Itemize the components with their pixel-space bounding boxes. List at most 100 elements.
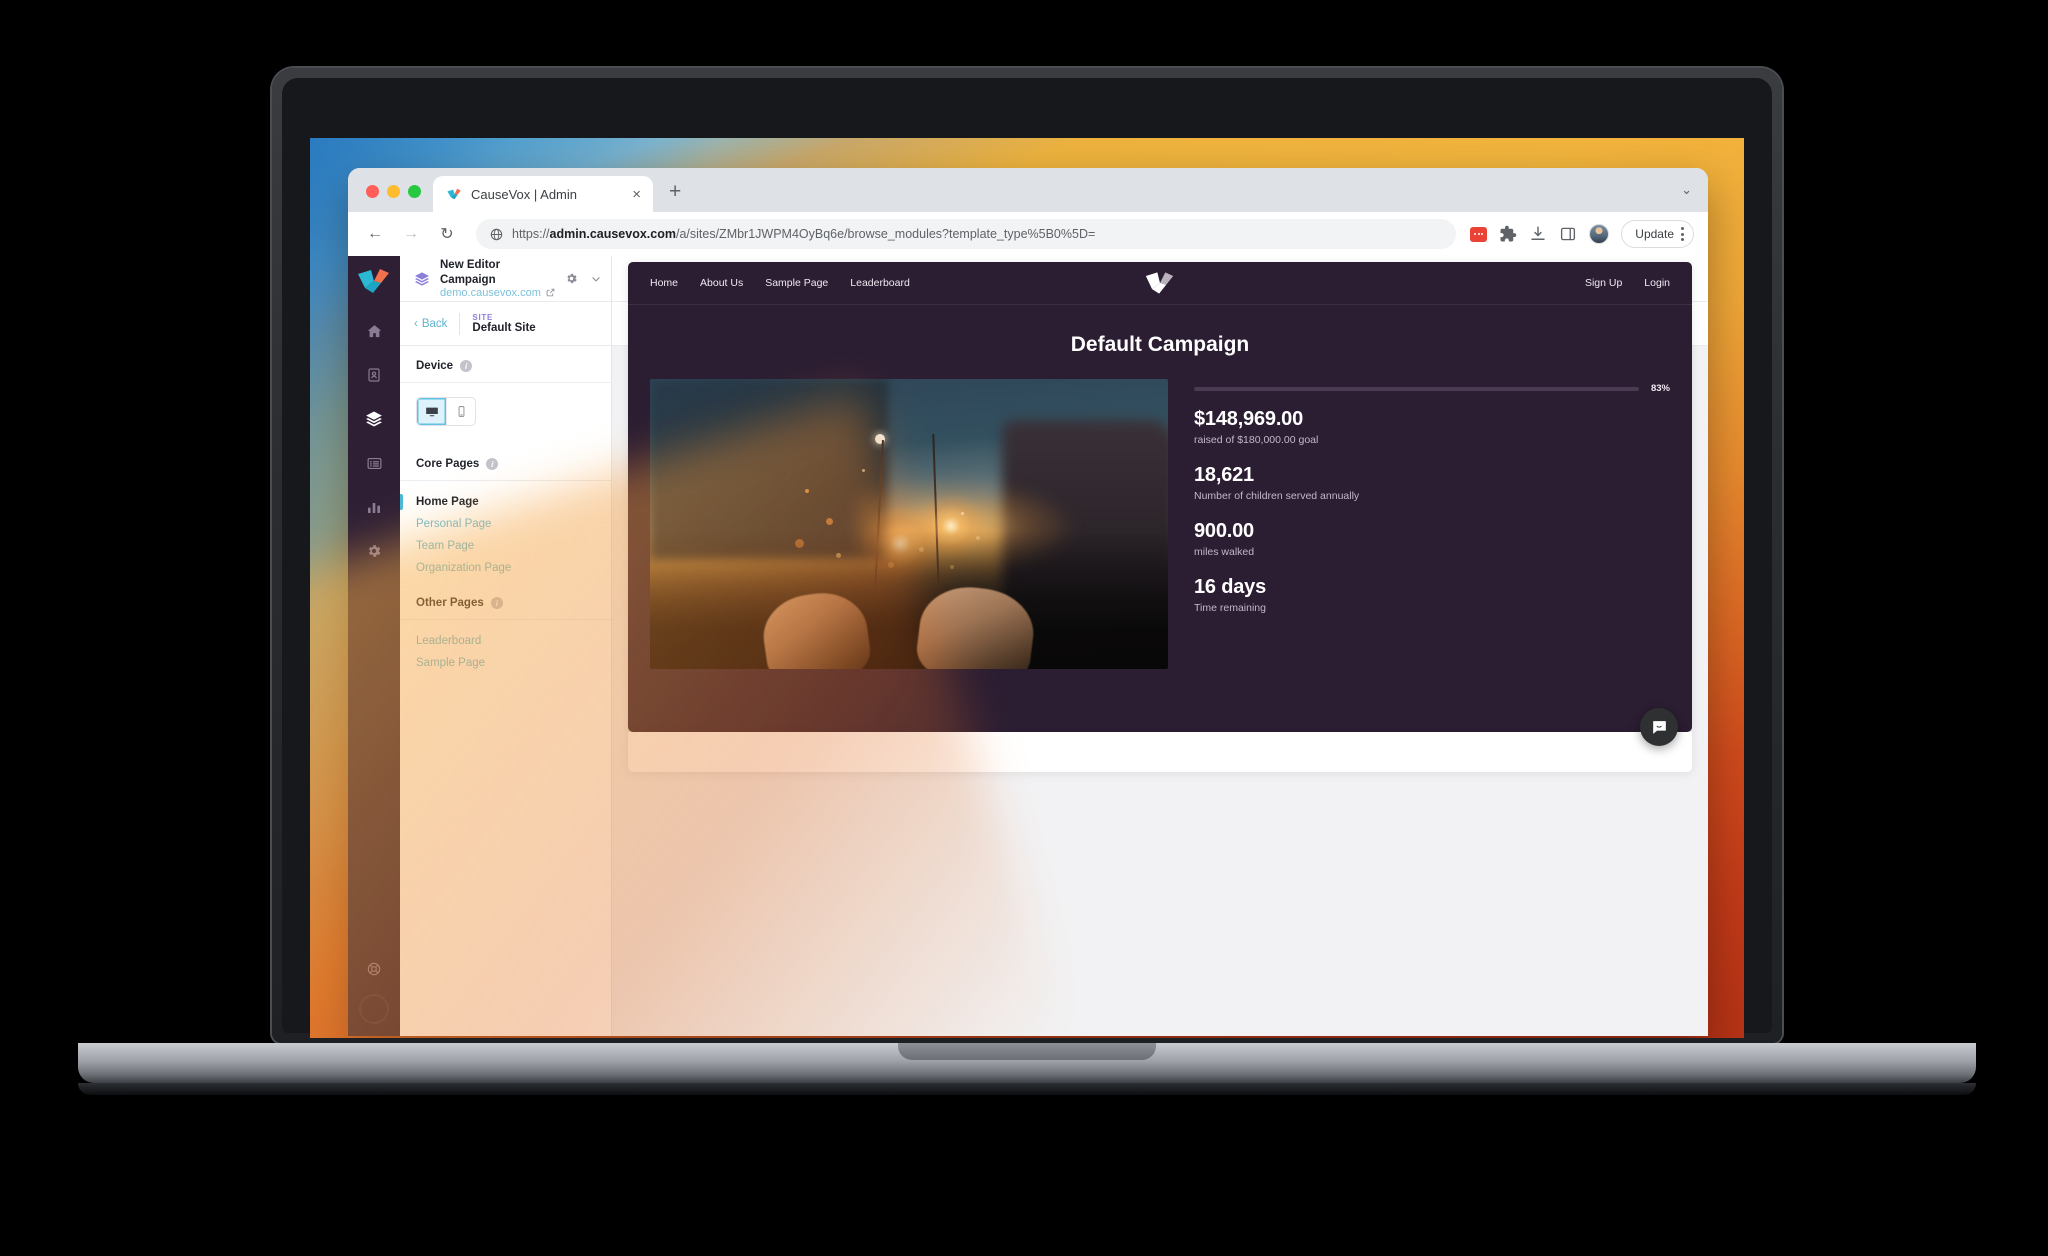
site-nav-about[interactable]: About Us [700,277,743,289]
spark [805,489,810,494]
close-tab-button[interactable]: × [632,187,641,202]
app-body: New Editor Campaign demo.causevox.com ‹ … [348,256,1708,1036]
address-bar[interactable]: https://admin.causevox.com/a/sites/ZMbr1… [476,219,1457,249]
site-footer [628,732,1692,772]
site-navbar: Home About Us Sample Page Leaderboard Si… [628,262,1692,304]
site-nav-signup[interactable]: Sign Up [1585,277,1622,289]
stat-time: 16 days Time remaining [1194,576,1670,614]
causevox-bird-favicon [447,188,461,200]
site-nav-sample[interactable]: Sample Page [765,277,828,289]
url-text: https://admin.causevox.com/a/sites/ZMbr1… [512,227,1096,241]
causevox-logo[interactable] [357,268,391,294]
stat-children: 18,621 Number of children served annuall… [1194,464,1670,502]
page-item-personal[interactable]: Personal Page [400,513,611,535]
home-icon[interactable] [354,312,394,350]
device-title: Device [416,360,454,372]
other-pages-list: Leaderboard Sample Page [400,620,611,678]
info-icon[interactable]: i [460,360,473,372]
desktop-icon[interactable] [417,398,446,425]
mobile-icon[interactable] [446,398,475,425]
site-preview: Home About Us Sample Page Leaderboard Si… [628,262,1692,732]
contacts-icon[interactable] [354,356,394,394]
stat-label: raised of $180,000.00 goal [1194,434,1319,446]
core-pages-header: Core Pages i [400,444,611,480]
download-icon[interactable] [1529,225,1547,243]
reload-icon[interactable]: ↻ [432,219,462,249]
info-icon[interactable]: i [490,597,503,609]
update-label: Update [1635,227,1674,241]
campaign-name: New Editor Campaign [440,259,501,286]
page-item-team[interactable]: Team Page [400,535,611,557]
site-nav-login[interactable]: Login [1644,277,1670,289]
stat-label: Number of children served annually [1194,490,1360,502]
stat-label: Time remaining [1194,602,1266,614]
spark [888,561,895,568]
spark [862,468,866,472]
preview-canvas: Home About Us Sample Page Leaderboard Si… [628,256,1692,1036]
page-item-home[interactable]: Home Page [400,491,611,513]
laptop-foot [78,1083,1976,1095]
other-pages-header: Other Pages i [400,583,611,619]
tab-list-chevron-icon[interactable]: ⌄ [1681,182,1708,212]
app-rail [348,256,400,1036]
back-button[interactable]: ‹ Back [414,318,447,330]
forward-nav-icon[interactable]: → [396,219,426,249]
chevron-down-icon[interactable] [590,273,602,285]
layers-icon [415,271,429,286]
site-nav-right: Sign Up Login [1585,277,1670,289]
gear-icon[interactable] [354,532,394,570]
back-chevron-icon: ‹ [414,317,418,330]
extension-icon[interactable] [1470,226,1488,242]
minimize-window-button[interactable] [387,185,400,198]
core-pages-title: Core Pages [416,458,480,470]
spark [795,538,805,548]
spark [826,518,834,526]
list-icon[interactable] [354,444,394,482]
tab-title: CauseVox | Admin [471,186,577,202]
hero-row: 83% $148,969.00 raised of $180,000.00 go… [628,379,1692,669]
profile-avatar[interactable] [1589,224,1610,244]
browser-tab[interactable]: CauseVox | Admin × [433,176,653,212]
stat-value: 900.00 [1194,520,1254,542]
stat-raised: $148,969.00 raised of $180,000.00 goal [1194,408,1670,446]
extensions-puzzle-icon[interactable] [1499,225,1517,243]
update-button[interactable]: Update [1621,220,1694,248]
close-window-button[interactable] [366,185,379,198]
sparkler-stick [873,439,884,591]
site-nav-leaderboard[interactable]: Leaderboard [850,277,910,289]
maximize-window-button[interactable] [408,185,421,198]
campaign-url[interactable]: demo.causevox.com [440,287,555,299]
page-item-leaderboard[interactable]: Leaderboard [400,630,611,652]
page-title: Default Campaign [1070,333,1250,356]
chat-bubble-icon[interactable] [1640,708,1678,746]
stat-value: $148,969.00 [1194,408,1304,430]
chart-icon[interactable] [354,488,394,526]
new-tab-button[interactable]: + [653,181,695,212]
image-sky [650,379,889,559]
info-icon[interactable]: i [486,458,499,470]
lifebuoy-help-icon[interactable] [354,950,394,988]
core-pages-list: Home Page Personal Page Team Page Organi… [400,481,611,583]
globe-icon [490,228,503,240]
header-actions [565,272,602,285]
stat-miles: 900.00 miles walked [1194,520,1670,558]
page-item-organization[interactable]: Organization Page [400,557,611,579]
user-avatar[interactable] [359,994,389,1024]
site-context: SITE Default Site [472,313,535,334]
campaign-header: New Editor Campaign demo.causevox.com [400,256,611,302]
chat-bubble-glyph [1652,720,1666,734]
layers-icon[interactable] [354,400,394,438]
side-panel-icon[interactable] [1559,225,1577,243]
gear-icon[interactable] [565,272,578,285]
window-controls[interactable] [362,185,433,212]
back-nav-icon[interactable]: ← [360,219,390,249]
kebab-menu-icon[interactable] [1681,227,1684,241]
causevox-bird-logo [1145,272,1174,294]
stat-label: miles walked [1194,546,1255,558]
browser-toolbar: ← → ↻ https://admin.causevox.com/a/sites… [348,212,1708,256]
site-nav-home[interactable]: Home [650,277,678,289]
panel-body: Device i Core Pages i Home Page Personal… [400,346,611,678]
image-shadow [650,529,1168,669]
laptop-notch [898,1043,1156,1060]
page-item-sample[interactable]: Sample Page [400,652,611,674]
